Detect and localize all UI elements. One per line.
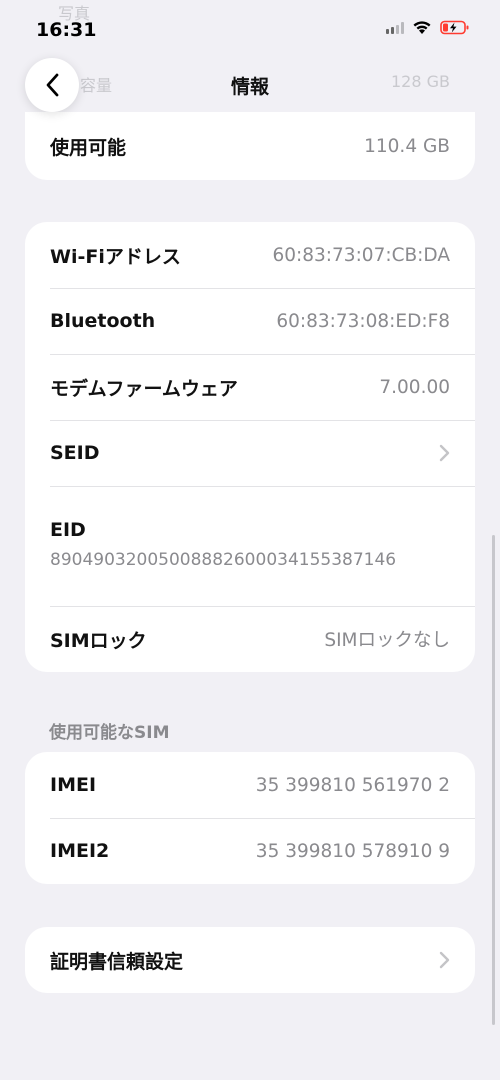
available-label: 使用可能 — [50, 136, 127, 159]
imei2-row[interactable]: IMEI2 35 399810 578910 9 — [25, 818, 475, 884]
chevron-right-icon — [439, 951, 450, 969]
available-sim-header: 使用可能なSIM — [49, 723, 170, 743]
page-title: 情報 — [230, 76, 269, 98]
wifi-address-value: 60:83:73:07:CB:DA — [272, 244, 450, 266]
available-row: 使用可能 110.4 GB — [25, 112, 475, 180]
storage-card: 使用可能 110.4 GB — [25, 112, 475, 180]
wifi-icon — [413, 21, 431, 34]
eid-value: 89049032005008882600034155387146 — [50, 550, 397, 570]
sim-lock-row[interactable]: SIMロック SIMロックなし — [25, 606, 475, 672]
eid-row[interactable]: EID 89049032005008882600034155387146 — [25, 486, 475, 606]
imei-value: 35 399810 561970 2 — [255, 774, 450, 796]
modem-firmware-label: モデムファームウェア — [50, 377, 238, 400]
imei-row[interactable]: IMEI 35 399810 561970 2 — [25, 752, 475, 818]
ghost-row-photos: 写真 — [58, 4, 91, 23]
imei-label: IMEI — [50, 774, 97, 796]
sim-card: IMEI 35 399810 561970 2 IMEI2 35 399810 … — [25, 752, 475, 884]
device-info-card: Wi-Fiアドレス 60:83:73:07:CB:DA Bluetooth 60… — [25, 222, 475, 672]
bluetooth-label: Bluetooth — [50, 310, 156, 332]
sim-lock-label: SIMロック — [50, 629, 147, 652]
seid-row[interactable]: SEID — [25, 420, 475, 486]
bluetooth-row[interactable]: Bluetooth 60:83:73:08:ED:F8 — [25, 288, 475, 354]
battery-charging-icon — [440, 20, 469, 35]
status-icons — [386, 20, 470, 35]
chevron-right-icon — [439, 444, 450, 462]
modem-firmware-value: 7.00.00 — [379, 376, 450, 398]
seid-label: SEID — [50, 442, 100, 464]
certificate-trust-label: 証明書信頼設定 — [50, 950, 184, 973]
certificate-trust-card: 証明書信頼設定 — [25, 927, 475, 993]
imei2-value: 35 399810 578910 9 — [255, 840, 450, 862]
available-value: 110.4 GB — [364, 135, 450, 157]
certificate-trust-row[interactable]: 証明書信頼設定 — [25, 927, 475, 993]
imei2-label: IMEI2 — [50, 840, 110, 862]
sim-lock-value: SIMロックなし — [324, 630, 450, 651]
scrollbar[interactable] — [492, 535, 495, 1025]
eid-label: EID — [50, 519, 86, 541]
cellular-signal-icon — [386, 21, 404, 34]
wifi-address-row[interactable]: Wi-Fiアドレス 60:83:73:07:CB:DA — [25, 222, 475, 288]
bluetooth-value: 60:83:73:08:ED:F8 — [276, 310, 450, 332]
wifi-address-label: Wi-Fiアドレス — [50, 245, 181, 268]
modem-firmware-row[interactable]: モデムファームウェア 7.00.00 — [25, 354, 475, 420]
